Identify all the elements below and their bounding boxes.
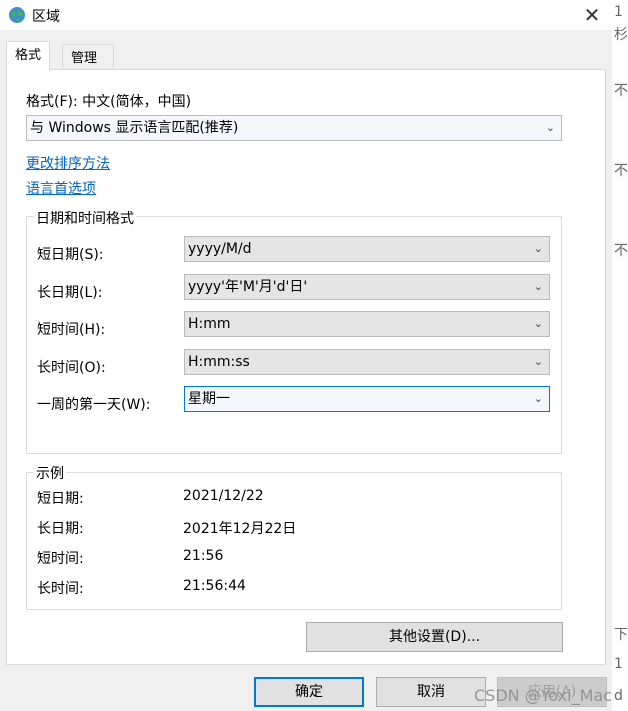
background-text: 下 — [614, 627, 628, 643]
background-text: d — [614, 688, 623, 704]
tab-admin[interactable]: 管理 — [62, 44, 114, 72]
language-preferences-link[interactable]: 语言首选项 — [26, 178, 96, 198]
format-select-value: 与 Windows 显示语言匹配(推荐) — [30, 120, 239, 136]
tab-format[interactable]: 格式 — [6, 41, 51, 71]
other-settings-button-label: 其他设置(D)... — [388, 629, 481, 645]
chevron-down-icon: ⌄ — [533, 242, 543, 255]
first-day-of-week-label: 一周的第一天(W): — [37, 397, 151, 413]
format-panel: 格式(F): 中文(简体，中国) 与 Windows 显示语言匹配(推荐) ⌄ … — [6, 69, 606, 665]
example-short-date-value: 2021/12/22 — [183, 488, 264, 504]
background-text: 杉 — [614, 27, 628, 43]
tab-format-label: 格式 — [15, 48, 42, 63]
chevron-down-icon: ⌄ — [545, 121, 555, 134]
example-group — [26, 472, 562, 610]
long-date-label: 长日期(L): — [37, 285, 103, 301]
title-bar[interactable]: 区域 ✕ — [0, 0, 612, 30]
change-sort-link[interactable]: 更改排序方法 — [26, 153, 110, 173]
chevron-down-icon: ⌄ — [533, 355, 543, 368]
example-short-time-value: 21:56 — [183, 548, 224, 564]
background-text: 不 — [614, 163, 628, 179]
short-date-value: yyyy/M/d — [188, 241, 252, 257]
long-time-label: 长时间(O): — [37, 360, 106, 376]
example-long-time-label: 长时间: — [37, 581, 84, 597]
example-long-date-label: 长日期: — [37, 521, 84, 537]
short-date-label: 短日期(S): — [37, 247, 104, 263]
background-text: 不 — [614, 83, 628, 99]
long-date-value: yyyy'年'M'月'd'日' — [188, 279, 308, 295]
example-long-time-value: 21:56:44 — [183, 578, 246, 594]
short-date-select[interactable]: yyyy/M/d ⌄ — [184, 236, 550, 262]
ok-button-label: 确定 — [295, 684, 323, 700]
format-label: 格式(F): 中文(简体，中国) — [26, 94, 192, 110]
example-group-title: 示例 — [34, 463, 66, 483]
example-short-date-label: 短日期: — [37, 491, 84, 507]
close-icon[interactable]: ✕ — [580, 4, 604, 26]
long-date-select[interactable]: yyyy'年'M'月'd'日' ⌄ — [184, 274, 550, 300]
chevron-down-icon: ⌄ — [533, 317, 543, 330]
long-time-value: H:mm:ss — [188, 354, 250, 370]
long-time-select[interactable]: H:mm:ss ⌄ — [184, 349, 550, 375]
example-short-time-label: 短时间: — [37, 551, 84, 567]
globe-icon — [9, 7, 25, 23]
ok-button[interactable]: 确定 — [254, 677, 364, 707]
format-select[interactable]: 与 Windows 显示语言匹配(推荐) ⌄ — [26, 115, 562, 141]
background-window-strip: 1 杉 不 不 不 下 1 d — [612, 0, 628, 711]
short-time-label: 短时间(H): — [37, 322, 106, 338]
example-long-date-value: 2021年12月22日 — [183, 521, 297, 537]
background-text: 1 — [614, 656, 623, 672]
short-time-value: H:mm — [188, 316, 231, 332]
region-dialog: 区域 ✕ 格式 管理 格式(F): 中文(简体，中国) 与 Windows 显示… — [0, 0, 612, 711]
short-time-select[interactable]: H:mm ⌄ — [184, 311, 550, 337]
cancel-button-label: 取消 — [417, 684, 445, 700]
chevron-down-icon: ⌄ — [533, 280, 543, 293]
cancel-button[interactable]: 取消 — [376, 677, 486, 707]
background-text: 不 — [614, 243, 628, 259]
tab-admin-label: 管理 — [71, 51, 98, 66]
chevron-down-icon: ⌄ — [533, 392, 543, 405]
window-title: 区域 — [32, 9, 60, 25]
datetime-format-group-title: 日期和时间格式 — [34, 208, 136, 228]
other-settings-button[interactable]: 其他设置(D)... — [306, 622, 563, 652]
watermark: CSDN @Yoxi_Mac — [474, 686, 612, 705]
first-day-of-week-select[interactable]: 星期一 ⌄ — [184, 386, 550, 412]
background-text: 1 — [614, 4, 623, 20]
first-day-of-week-value: 星期一 — [188, 391, 230, 407]
